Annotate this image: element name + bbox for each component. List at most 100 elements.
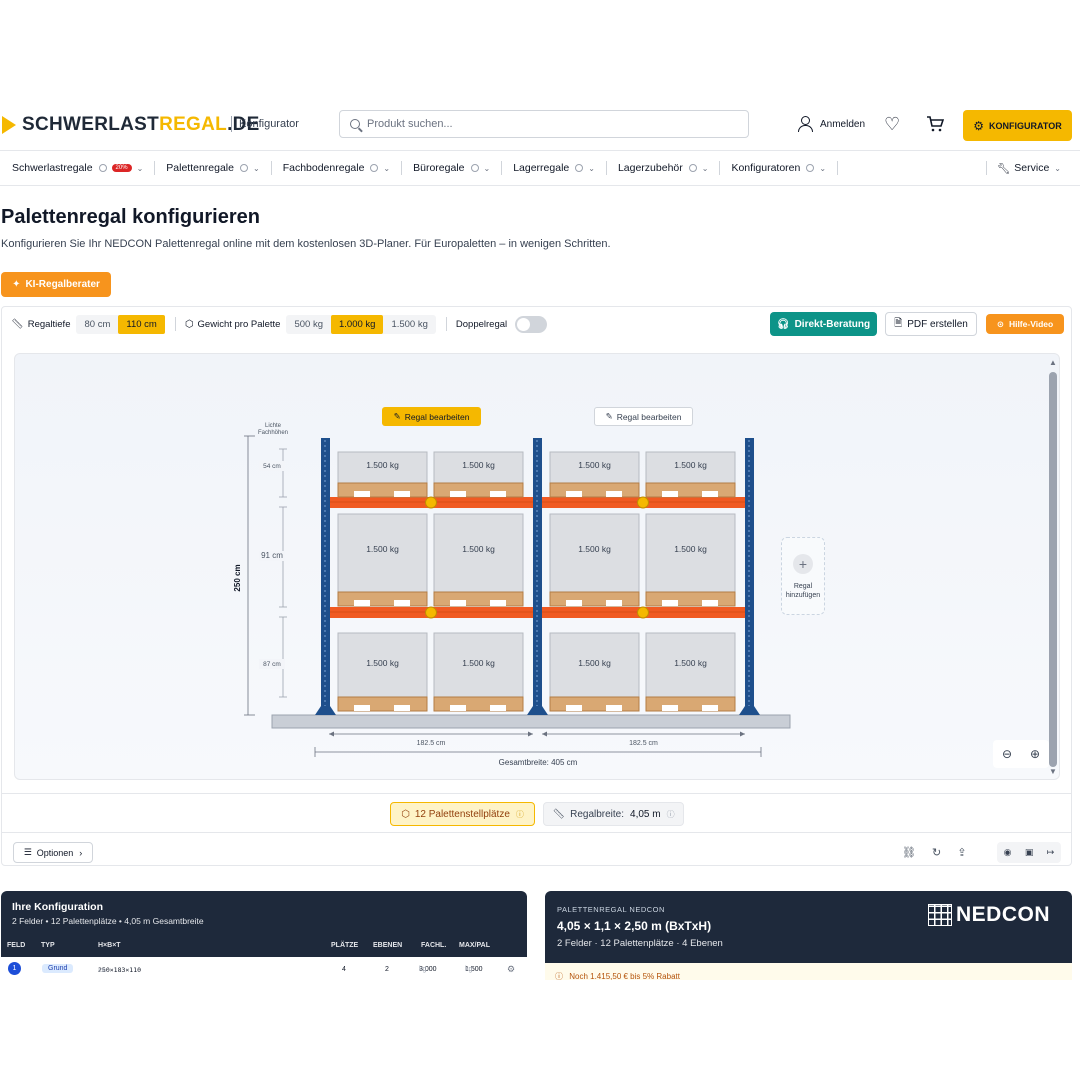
- nav-label: Fachbodenregale: [282, 162, 365, 174]
- pallet-wood: [645, 591, 736, 607]
- gear-icon[interactable]: ⚙: [507, 964, 515, 975]
- col-plaetze: PLÄTZE: [331, 942, 359, 949]
- col-typ: TYP: [41, 942, 55, 949]
- weight-option-1000[interactable]: 1.000 kg: [330, 314, 384, 334]
- pallet-places-text: 12 Palettenstellplätze: [414, 808, 510, 820]
- side-view-icon[interactable]: ↦: [1047, 847, 1055, 858]
- search-input[interactable]: Produkt suchen...: [339, 110, 749, 138]
- pallet-weight-label: 1.500 kg: [366, 544, 399, 554]
- main-nav: Schwerlastregale 20% ⌄ Palettenregale ⌄ …: [0, 150, 1080, 186]
- wishlist-heart-icon[interactable]: ♡: [884, 115, 900, 133]
- depth-label-text: Regaltiefe: [27, 318, 71, 330]
- pallet-weight-label: 1.500 kg: [674, 460, 707, 470]
- rack-canvas[interactable]: 1.500 kg 1.500 kg 1.500 kg 1.500 kg 1.500 kg…: [14, 353, 1060, 780]
- reset-icon[interactable]: ↻: [932, 846, 941, 859]
- weight-option-500[interactable]: 500 kg: [286, 315, 331, 334]
- table-row[interactable]: 1 Grund 250×183×110 cm 4 2 3.000 kg 1.50…: [1, 957, 527, 980]
- pallet-gap: [490, 600, 506, 606]
- info-icon: [806, 164, 815, 172]
- zoom-out-icon[interactable]: ⊖: [1002, 747, 1012, 761]
- logo-subtitle: Konfigurator: [231, 116, 299, 132]
- search-icon: [350, 119, 360, 129]
- options-button[interactable]: ☰ Optionen ›: [13, 842, 93, 863]
- pallet-wood: [549, 696, 640, 712]
- connector-dot: [637, 606, 649, 619]
- field-width-label: 182.5 cm: [417, 740, 446, 747]
- pallet-wood: [645, 482, 736, 498]
- pallet-gap: [566, 705, 582, 711]
- front-view-icon[interactable]: ▣: [1025, 847, 1034, 858]
- share-actions: ⛓︎ ↻ ⇪: [902, 846, 966, 859]
- config-card-subtitle: 2 Felder • 12 Palettenplätze • 4,05 m Ge…: [12, 916, 204, 926]
- field-width-label: 182.5 cm: [629, 740, 658, 747]
- edit-rack-button-1[interactable]: ✎ Regal bearbeiten: [382, 407, 481, 426]
- pallet-wood: [433, 482, 524, 498]
- pallet-weight-label: 1.500 kg: [366, 460, 399, 470]
- pallet-gap: [662, 491, 678, 497]
- zoom-in-icon[interactable]: ⊕: [1030, 747, 1040, 761]
- info-icon: [688, 164, 697, 172]
- login-button[interactable]: Anmelden: [798, 116, 865, 132]
- canvas-scrollbar[interactable]: [1049, 372, 1057, 767]
- nav-label: Konfiguratoren: [731, 162, 801, 174]
- upload-icon[interactable]: ⇪: [957, 846, 966, 859]
- connector-dot: [425, 606, 437, 619]
- total-height-label: 250 cm: [233, 564, 242, 591]
- nav-item-fachbodenregale[interactable]: Fachbodenregale ⌄: [272, 161, 403, 175]
- pallet-gap: [354, 705, 370, 711]
- pallet-wood: [337, 696, 428, 712]
- pallet-weight-label: 1.500 kg: [674, 658, 707, 668]
- nav-item-lagerzubehoer[interactable]: Lagerzubehör ⌄: [607, 161, 721, 175]
- nav-item-schwerlastregale[interactable]: Schwerlastregale 20% ⌄: [0, 161, 156, 175]
- pallet-gap: [450, 705, 466, 711]
- document-icon: 🗎: [894, 317, 903, 329]
- create-pdf-button[interactable]: 🗎 PDF erstellen: [885, 312, 977, 336]
- plaetze-value: 4: [342, 966, 346, 973]
- nedcon-brand: NEDCON: [956, 903, 1051, 926]
- login-label: Anmelden: [820, 118, 866, 130]
- add-rack-button[interactable]: + Regal hinzufügen: [781, 537, 825, 615]
- app-screen: SCHWERLASTREGAL.DE Konfigurator Produkt …: [0, 110, 1080, 980]
- nav-label: Schwerlastregale: [12, 162, 93, 174]
- col-fachl: FACHL.: [421, 942, 447, 949]
- depth-option-110[interactable]: 110 cm: [118, 314, 165, 334]
- arrow-head: [528, 731, 533, 737]
- logo[interactable]: SCHWERLASTREGAL.DE: [2, 114, 260, 136]
- scroll-down-icon[interactable]: ▼: [1049, 767, 1057, 776]
- logo-chevron-icon: [2, 116, 16, 134]
- nav-item-konfiguratoren[interactable]: Konfiguratoren ⌄: [720, 161, 839, 175]
- double-rack-toggle[interactable]: [515, 315, 548, 333]
- link-icon[interactable]: ⛓︎: [902, 846, 916, 859]
- ebenen-value: 2: [385, 966, 389, 973]
- ruler-icon: 📏︎: [11, 318, 24, 330]
- nav-item-lagerregale[interactable]: Lagerregale ⌄: [502, 161, 607, 175]
- pallet-gap: [662, 705, 678, 711]
- config-card-title: Ihre Konfiguration: [12, 901, 103, 913]
- width-value: 4,05 m: [630, 808, 661, 820]
- help-video-button[interactable]: ⊙ Hilfe-Video: [986, 314, 1064, 334]
- pallet-weight-label: 1.500 kg: [578, 460, 611, 470]
- pallet-wood: [645, 696, 736, 712]
- nav-item-bueroregale[interactable]: Büroregale ⌄: [402, 161, 503, 175]
- cart-icon[interactable]: [926, 116, 944, 132]
- konfigurator-button[interactable]: ⚙ KONFIGURATOR: [963, 110, 1072, 141]
- upright-foot: [315, 706, 336, 715]
- info-icon: [239, 164, 248, 172]
- info-icon: ⓘ: [666, 809, 675, 819]
- nav-item-palettenregale[interactable]: Palettenregale ⌄: [155, 161, 272, 175]
- scroll-up-icon[interactable]: ▲: [1049, 358, 1057, 367]
- add-label-1: Regal: [793, 583, 813, 590]
- direct-consult-button[interactable]: 🎧︎ Direkt-Beratung: [770, 312, 877, 336]
- eye-icon[interactable]: ◉: [1004, 847, 1012, 858]
- nav-item-service[interactable]: 🔧︎ Service ⌄: [985, 161, 1061, 175]
- product-card: PALETTENREGAL NEDCON 4,05 × 1,1 × 2,50 m…: [545, 891, 1072, 980]
- chevron-down-icon: ⌄: [383, 163, 391, 173]
- double-rack-label: Doppelregal: [455, 318, 508, 330]
- info-icon: [470, 164, 479, 172]
- weight-option-1500[interactable]: 1.500 kg: [383, 315, 435, 334]
- ki-advisor-button[interactable]: ✦ KI-Regalberater: [1, 272, 111, 297]
- depth-option-80[interactable]: 80 cm: [76, 315, 118, 334]
- edit-rack-button-2[interactable]: ✎ Regal bearbeiten: [594, 407, 693, 426]
- weight-selector: 500 kg 1.000 kg 1.500 kg: [286, 314, 436, 334]
- pencil-icon: ✎: [393, 411, 401, 421]
